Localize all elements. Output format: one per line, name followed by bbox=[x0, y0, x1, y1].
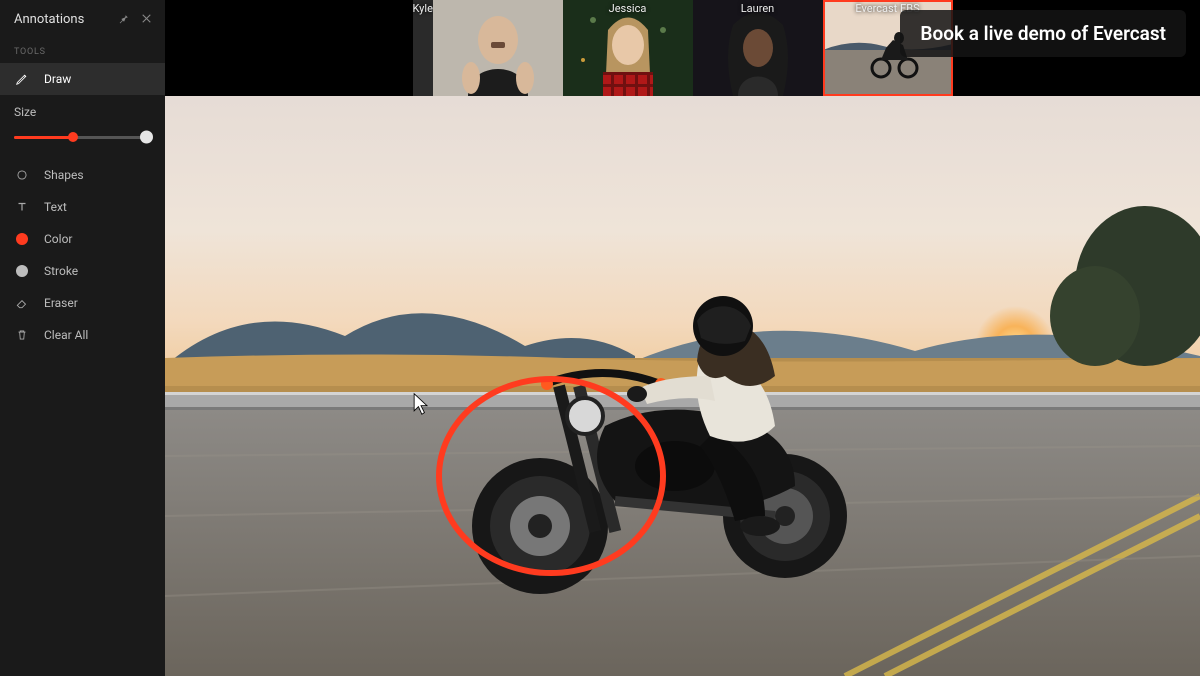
text-icon bbox=[14, 199, 30, 215]
tool-clear-all[interactable]: Clear All bbox=[0, 319, 165, 351]
tool-text[interactable]: Text bbox=[0, 191, 165, 223]
tool-stroke-label: Stroke bbox=[44, 264, 78, 278]
trash-icon bbox=[14, 327, 30, 343]
scene-image bbox=[165, 96, 1200, 676]
tool-color[interactable]: Color bbox=[0, 223, 165, 255]
tool-draw-label: Draw bbox=[44, 72, 71, 86]
thumbnail-jessica[interactable]: Jessica bbox=[563, 0, 693, 96]
circle-icon bbox=[14, 167, 30, 183]
thumbnail-label: Lauren bbox=[693, 2, 823, 15]
sidebar-header: Annotations bbox=[0, 0, 165, 37]
size-slider[interactable] bbox=[14, 129, 151, 145]
annotations-sidebar: Annotations TOOLS Draw Size bbox=[0, 0, 165, 676]
tool-color-label: Color bbox=[44, 232, 72, 246]
pencil-icon bbox=[14, 71, 30, 87]
close-icon[interactable] bbox=[140, 10, 153, 29]
color-swatch-icon bbox=[14, 231, 30, 247]
pin-icon[interactable] bbox=[117, 10, 130, 29]
tools-section-label: TOOLS bbox=[0, 37, 165, 63]
tool-eraser-label: Eraser bbox=[44, 296, 78, 310]
tool-draw[interactable]: Draw bbox=[0, 63, 165, 95]
tool-clear-label: Clear All bbox=[44, 328, 88, 342]
tool-shapes[interactable]: Shapes bbox=[0, 159, 165, 191]
size-label: Size bbox=[14, 105, 151, 119]
tool-shapes-label: Shapes bbox=[44, 168, 84, 182]
eraser-icon bbox=[14, 295, 30, 311]
cta-banner[interactable]: Book a live demo of Evercast bbox=[900, 10, 1186, 57]
cursor-pointer-icon bbox=[412, 392, 430, 416]
slider-max-dot bbox=[140, 131, 153, 144]
sidebar-title: Annotations bbox=[14, 12, 84, 27]
thumbnail-label: Jessica bbox=[563, 2, 693, 15]
thumbnail-kyle[interactable]: Kyle bbox=[413, 0, 433, 96]
annotation-circle[interactable] bbox=[436, 376, 666, 576]
tool-eraser[interactable]: Eraser bbox=[0, 287, 165, 319]
slider-thumb[interactable] bbox=[68, 132, 78, 142]
thumbnail-participant-2[interactable] bbox=[433, 0, 563, 96]
main-viewer[interactable] bbox=[165, 96, 1200, 676]
tool-text-label: Text bbox=[44, 200, 67, 214]
thumbnail-lauren[interactable]: Lauren bbox=[693, 0, 823, 96]
stroke-swatch-icon bbox=[14, 263, 30, 279]
main-area: Book a live demo of Evercast Kyle bbox=[165, 0, 1200, 676]
tool-stroke[interactable]: Stroke bbox=[0, 255, 165, 287]
thumbnail-label: Kyle bbox=[413, 2, 433, 15]
size-block: Size bbox=[0, 95, 165, 159]
